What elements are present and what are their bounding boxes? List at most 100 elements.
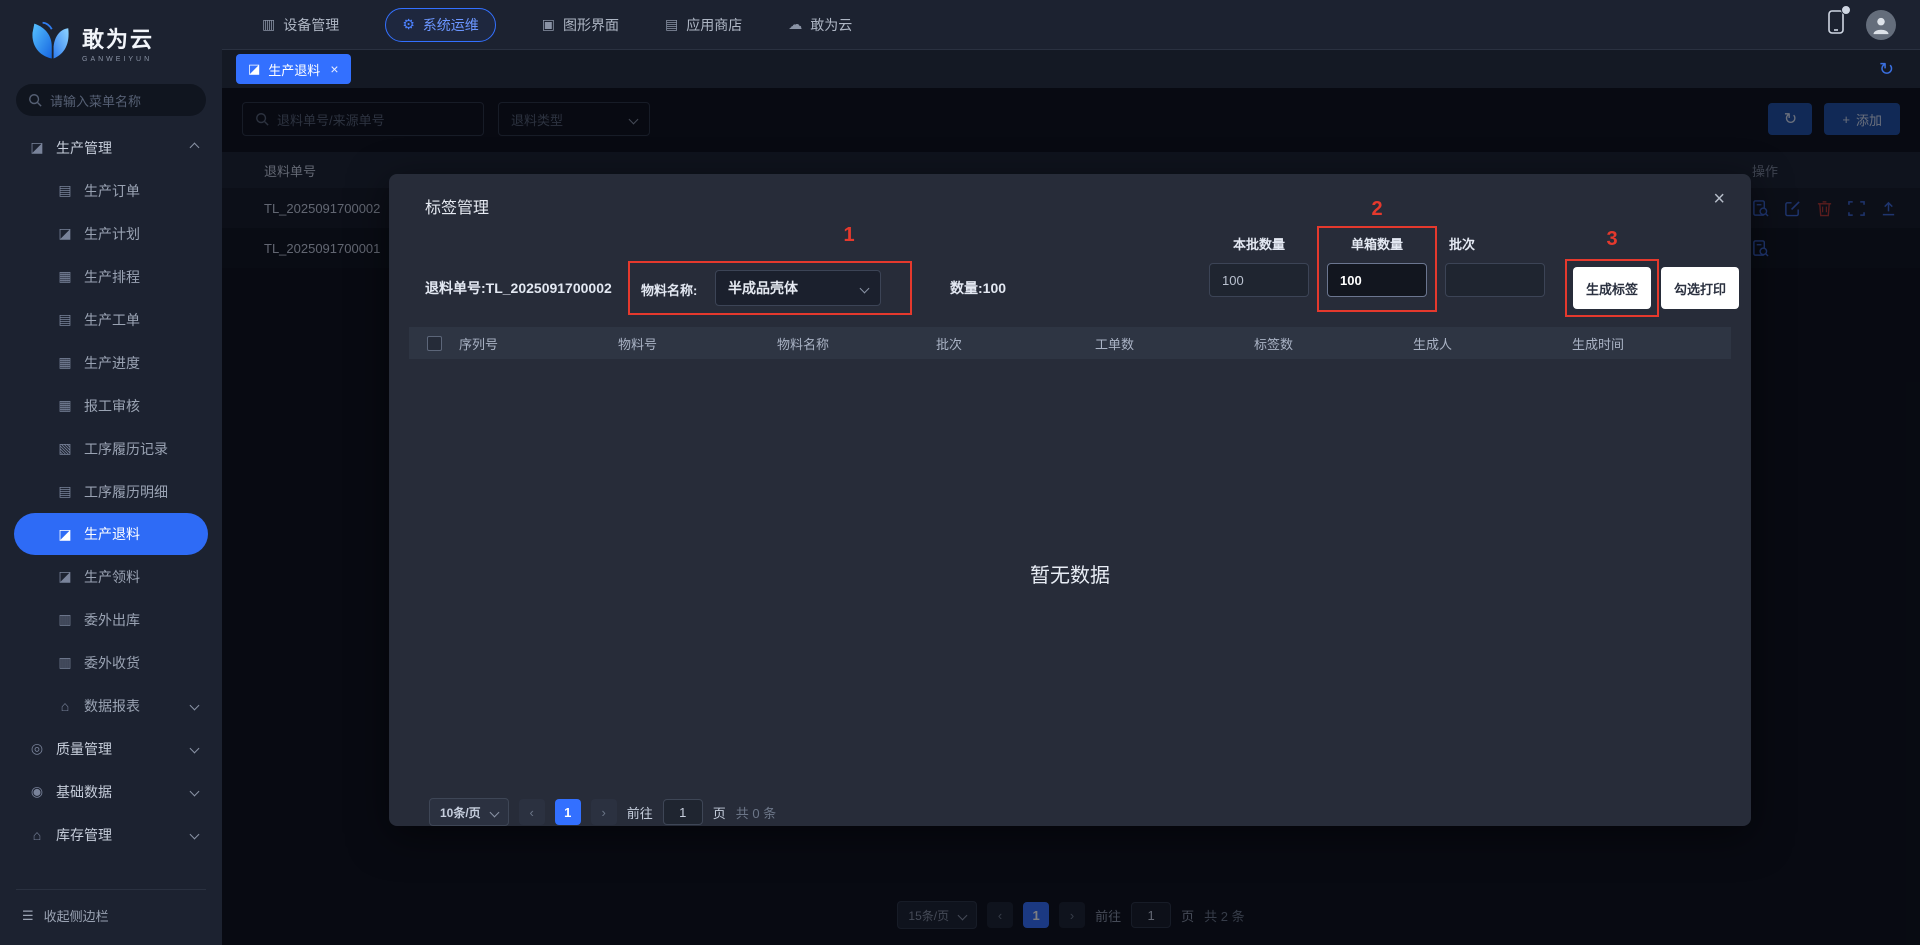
document-icon: ▤ <box>56 483 74 500</box>
sidebar-item-quality-mgmt[interactable]: ◎ 质量管理 <box>0 727 222 770</box>
material-name-label: 物料名称: <box>641 280 697 299</box>
mobile-app-button[interactable] <box>1826 9 1846 40</box>
document-icon: ▥ <box>56 654 74 671</box>
sidebar-item-data-report[interactable]: ⌂ 数据报表 <box>0 684 222 727</box>
user-avatar[interactable] <box>1866 10 1896 40</box>
collapse-sidebar-icon: ☰ <box>22 908 34 924</box>
sidebar-item-production-return[interactable]: ◪ 生产退料 <box>14 513 208 555</box>
sidebar: 敢为云 GANWEIYUN 请输入菜单名称 ◪ 生产管理 ▤ 生产订单 ◪ <box>0 0 222 945</box>
nav-device-mgmt[interactable]: ▥ 设备管理 <box>262 15 339 35</box>
prev-page-button[interactable]: ‹ <box>519 799 545 825</box>
calendar-icon: ▦ <box>56 268 74 285</box>
tab-refresh-icon[interactable]: ↻ <box>1879 59 1894 80</box>
sidebar-item-base-data[interactable]: ◉ 基础数据 <box>0 770 222 813</box>
menu-search-input[interactable]: 请输入菜单名称 <box>16 84 206 116</box>
chevron-down-icon <box>190 744 200 754</box>
nav-system-ops[interactable]: ⚙ 系统运维 <box>385 8 496 42</box>
menu-search-placeholder: 请输入菜单名称 <box>50 91 141 110</box>
select-all-checkbox[interactable] <box>427 336 442 351</box>
brand-logo: 敢为云 GANWEIYUN <box>0 0 222 78</box>
globe-icon: ◉ <box>28 783 46 800</box>
annotation-number-2: 2 <box>1317 198 1437 221</box>
device-icon: ▥ <box>262 16 275 33</box>
column-serial-no: 序列号 <box>459 334 618 353</box>
next-page-button[interactable]: › <box>591 799 617 825</box>
nav-graphic-ui[interactable]: ▣ 图形界面 <box>542 15 619 35</box>
brand-name: 敢为云 <box>82 22 154 54</box>
nav-app-store[interactable]: ▤ 应用商店 <box>665 15 742 35</box>
cube-icon: ◪ <box>56 526 74 543</box>
butterfly-logo-icon <box>26 20 72 64</box>
phone-badge-icon <box>1841 5 1851 15</box>
dialog-close-icon[interactable]: × <box>1713 188 1725 211</box>
home-icon: ⌂ <box>56 698 74 714</box>
material-name-select[interactable]: 半成品壳体 <box>715 270 881 306</box>
cube-icon: ◪ <box>56 568 74 585</box>
chevron-down-icon <box>190 701 200 711</box>
column-work-order-count: 工单数 <box>1095 334 1254 353</box>
chevron-down-icon <box>489 807 499 817</box>
chevron-down-icon <box>190 787 200 797</box>
search-icon <box>28 93 42 107</box>
total-count: 共 0 条 <box>736 803 776 822</box>
content-pane: 退料单号/来源单号 退料类型 ↻ + 添加 <box>222 88 1920 945</box>
annotation-number-1: 1 <box>819 224 879 247</box>
column-material-no: 物料号 <box>618 334 777 353</box>
cube-icon: ◪ <box>248 61 260 77</box>
batch-quantity-input[interactable] <box>1209 263 1309 297</box>
brand-subtitle: GANWEIYUN <box>82 56 154 63</box>
top-navbar: ▥ 设备管理 ⚙ 系统运维 ▣ 图形界面 ▤ 应用商店 ☁ 敢为云 <box>222 0 1920 50</box>
empty-state-text: 暂无数据 <box>389 559 1751 588</box>
wrench-icon: ⚙ <box>402 16 415 33</box>
cube-icon: ◪ <box>28 139 46 156</box>
sidebar-menu: ◪ 生产管理 ▤ 生产订单 ◪ 生产计划 ▦ 生产排程 ▤ 生产工单 ▦ <box>0 126 222 889</box>
dialog-pagination: 10条/页 ‹ 1 › 前往 页 共 0 条 <box>429 798 776 826</box>
sidebar-item-production-schedule[interactable]: ▦ 生产排程 <box>0 255 222 298</box>
labels-table-header: 序列号 物料号 物料名称 批次 工单数 标签数 生成人 生成时间 <box>409 327 1731 359</box>
sidebar-item-production-mgmt[interactable]: ◪ 生产管理 <box>0 126 222 169</box>
sidebar-item-work-order[interactable]: ▤ 生产工单 <box>0 298 222 341</box>
chevron-down-icon <box>860 283 870 293</box>
collapse-sidebar-button[interactable]: ☰ 收起侧边栏 <box>16 889 206 945</box>
column-material-name: 物料名称 <box>777 334 936 353</box>
tab-close-icon[interactable]: × <box>330 61 338 77</box>
sidebar-item-production-picking[interactable]: ◪ 生产领料 <box>0 555 222 598</box>
generate-labels-button[interactable]: 生成标签 <box>1573 267 1651 309</box>
clipboard-icon: ▤ <box>56 182 74 199</box>
sidebar-item-production-order[interactable]: ▤ 生产订单 <box>0 169 222 212</box>
chevron-up-icon <box>190 143 200 153</box>
cube-icon: ◪ <box>56 225 74 242</box>
annotation-number-3: 3 <box>1565 228 1659 251</box>
nav-ganweiyun[interactable]: ☁ 敢为云 <box>788 15 852 35</box>
calendar-icon: ▦ <box>56 354 74 371</box>
sidebar-item-production-progress[interactable]: ▦ 生产进度 <box>0 341 222 384</box>
sidebar-item-production-plan[interactable]: ◪ 生产计划 <box>0 212 222 255</box>
document-icon: ▥ <box>56 611 74 628</box>
print-selected-button[interactable]: 勾选打印 <box>1661 267 1739 309</box>
sidebar-item-process-history-record[interactable]: ▧ 工序履历记录 <box>0 427 222 470</box>
column-creator: 生成人 <box>1413 334 1572 353</box>
sidebar-item-report-audit[interactable]: ▦ 报工审核 <box>0 384 222 427</box>
sidebar-item-process-history-detail[interactable]: ▤ 工序履历明细 <box>0 470 222 513</box>
page-size-select[interactable]: 10条/页 <box>429 798 509 826</box>
tab-bar: ◪ 生产退料 × ↻ <box>222 50 1920 88</box>
column-create-time: 生成时间 <box>1572 334 1731 353</box>
calendar-icon: ▦ <box>56 397 74 414</box>
column-batch: 批次 <box>936 334 1095 353</box>
sidebar-item-outsource-outbound[interactable]: ▥ 委外出库 <box>0 598 222 641</box>
column-label-count: 标签数 <box>1254 334 1413 353</box>
app-root: 敢为云 GANWEIYUN 请输入菜单名称 ◪ 生产管理 ▤ 生产订单 ◪ <box>0 0 1920 945</box>
goto-page-input[interactable] <box>663 799 703 825</box>
label-management-dialog: 标签管理 × 退料单号:TL_2025091700002 物料名称: 半成品壳体… <box>389 174 1751 826</box>
quantity-text: 数量:100 <box>950 278 1006 298</box>
page-number-button[interactable]: 1 <box>555 799 581 825</box>
sidebar-item-outsource-receive[interactable]: ▥ 委外收货 <box>0 641 222 684</box>
box-quantity-input[interactable] <box>1327 263 1427 297</box>
box-quantity-field: 单箱数量 <box>1327 234 1427 297</box>
sidebar-item-inventory-mgmt[interactable]: ⌂ 库存管理 <box>0 813 222 856</box>
butterfly-icon: ☁ <box>788 16 802 33</box>
batch-input[interactable] <box>1445 263 1545 297</box>
shield-icon: ◎ <box>28 740 46 757</box>
tab-production-return[interactable]: ◪ 生产退料 × <box>236 54 351 84</box>
clipboard-icon: ▤ <box>56 311 74 328</box>
